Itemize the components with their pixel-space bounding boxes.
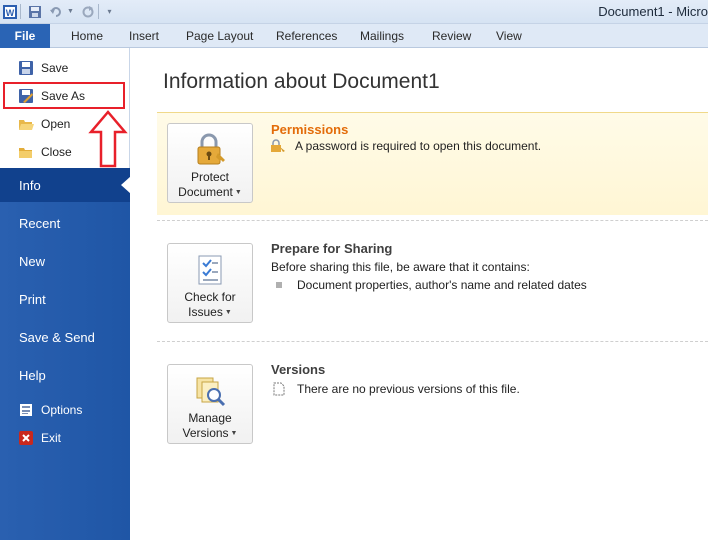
svg-text:W: W: [5, 8, 14, 18]
nav-options[interactable]: Options: [0, 398, 130, 422]
ribbon-tabs: File Home Insert Page Layout References …: [0, 24, 708, 48]
nav-help[interactable]: Help: [0, 358, 130, 392]
nav-new-label: New: [19, 253, 46, 269]
versions-icon: [192, 373, 228, 409]
save-as-highlight: [3, 82, 125, 109]
protect-document-line2: Document: [178, 185, 233, 199]
options-icon: [19, 403, 33, 417]
divider: [157, 220, 708, 221]
protect-document-button[interactable]: Protect Document ▼: [167, 123, 253, 203]
exit-icon: [19, 431, 33, 445]
sharing-text: Before sharing this file, be aware that …: [271, 260, 530, 274]
sharing-heading: Prepare for Sharing: [271, 241, 393, 256]
versions-section: Manage Versions ▼ Versions There are no p…: [157, 362, 708, 454]
chevron-down-icon: ▼: [234, 189, 242, 197]
sharing-bullet: Document properties, author's name and r…: [297, 278, 587, 292]
nav-info[interactable]: Info: [0, 168, 131, 202]
nav-recent[interactable]: Recent: [0, 206, 130, 240]
nav-info-label: Info: [19, 177, 41, 193]
permissions-section: Protect Document ▼ Permissions A password…: [157, 112, 708, 215]
close-folder-icon: [18, 144, 34, 160]
tab-mailings[interactable]: Mailings: [360, 24, 404, 48]
save-command[interactable]: Save: [0, 55, 128, 81]
open-label: Open: [41, 117, 71, 131]
tab-references[interactable]: References: [276, 24, 337, 48]
customize-icon[interactable]: ▾: [101, 3, 118, 20]
tab-home[interactable]: Home: [71, 24, 103, 48]
nav-save-send[interactable]: Save & Send: [0, 320, 130, 354]
exit-label: Exit: [41, 431, 62, 445]
bullet-icon: [271, 278, 287, 292]
window-title: Document1 - Micro: [598, 4, 708, 19]
info-pane: Information about Document1 Protect Docu…: [131, 48, 708, 540]
check-for-issues-line2: Issues: [188, 305, 223, 319]
nav-help-label: Help: [19, 367, 46, 383]
sharing-bullet-row: Document properties, author's name and r…: [271, 278, 587, 292]
lock-key-icon: [192, 132, 228, 168]
manage-versions-button[interactable]: Manage Versions ▼: [167, 364, 253, 444]
manage-versions-label: Manage Versions ▼: [183, 411, 238, 441]
nav-exit[interactable]: Exit: [0, 426, 130, 450]
nav-print-label: Print: [19, 291, 46, 307]
protect-document-label: Protect Document ▼: [178, 170, 242, 200]
annotation-arrow: [88, 110, 128, 168]
page-title: Information about Document1: [163, 70, 440, 93]
tab-review[interactable]: Review: [432, 24, 471, 48]
check-for-issues-label: Check for Issues ▼: [184, 290, 235, 320]
word-icon[interactable]: W: [1, 3, 18, 20]
undo-dropdown-icon[interactable]: ▼: [62, 3, 79, 20]
title-bar: W ▼ ▾ Document1 - Micro: [0, 0, 708, 24]
document-icon: [271, 382, 287, 396]
open-folder-icon: [18, 116, 34, 132]
save-label: Save: [41, 61, 69, 75]
versions-heading: Versions: [271, 362, 326, 377]
lock-icon: [269, 139, 285, 153]
options-label: Options: [41, 403, 83, 417]
nav-print[interactable]: Print: [0, 282, 130, 316]
divider: [157, 341, 708, 342]
check-for-issues-line1: Check for: [184, 290, 236, 304]
tab-view[interactable]: View: [496, 24, 522, 48]
save-icon: [18, 60, 34, 76]
permissions-text-row: A password is required to open this docu…: [271, 139, 542, 153]
chevron-down-icon: ▼: [224, 309, 232, 317]
permissions-text: A password is required to open this docu…: [295, 139, 542, 153]
check-for-issues-button[interactable]: Check for Issues ▼: [167, 243, 253, 323]
nav-new[interactable]: New: [0, 244, 130, 278]
chevron-down-icon: ▼: [230, 430, 238, 438]
checklist-icon: [192, 252, 228, 288]
manage-versions-line2: Versions: [182, 426, 229, 440]
sharing-section: Check for Issues ▼ Prepare for Sharing Be…: [157, 241, 708, 333]
tab-insert[interactable]: Insert: [129, 24, 159, 48]
nav-save-send-label: Save & Send: [19, 329, 95, 345]
active-pointer: [121, 176, 131, 194]
versions-text: There are no previous versions of this f…: [297, 382, 520, 396]
redo-icon[interactable]: [79, 3, 96, 20]
protect-document-line1: Protect: [190, 170, 229, 184]
tab-file[interactable]: File: [0, 24, 50, 48]
manage-versions-line1: Manage: [188, 411, 232, 425]
permissions-heading: Permissions: [271, 122, 349, 137]
close-label: Close: [41, 145, 72, 159]
versions-text-row: There are no previous versions of this f…: [271, 382, 520, 396]
nav-recent-label: Recent: [19, 215, 61, 231]
tab-page-layout[interactable]: Page Layout: [186, 24, 253, 48]
save-icon[interactable]: [26, 3, 43, 20]
